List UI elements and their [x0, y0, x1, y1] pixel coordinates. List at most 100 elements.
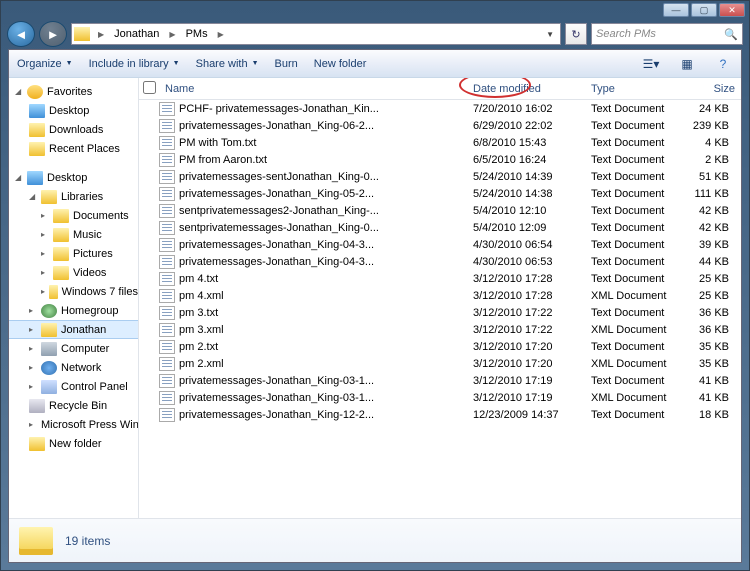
breadcrumb-dropdown[interactable]: ▼ — [542, 30, 558, 39]
file-size: 41 KB — [681, 375, 741, 387]
chevron-down-icon: ▼ — [66, 60, 73, 67]
minimize-button[interactable]: — — [663, 3, 689, 17]
search-input[interactable]: Search PMs 🔍 — [591, 23, 743, 45]
file-row[interactable]: pm 2.xml3/12/2010 17:20XML Document35 KB — [139, 355, 741, 372]
new-folder-button[interactable]: New folder — [314, 58, 367, 70]
file-date: 3/12/2010 17:20 — [467, 341, 585, 353]
pictures-icon — [53, 247, 69, 261]
star-icon — [27, 85, 43, 99]
file-type: Text Document — [585, 375, 681, 387]
refresh-button[interactable]: ↻ — [565, 23, 587, 45]
sidebar-desktop[interactable]: Desktop — [9, 101, 138, 120]
file-icon — [159, 221, 175, 235]
help-button[interactable]: ? — [713, 54, 733, 74]
sidebar-videos[interactable]: ▸Videos — [9, 263, 138, 282]
file-type: Text Document — [585, 256, 681, 268]
breadcrumb-seg2[interactable]: PMs — [182, 28, 212, 40]
sidebar-computer[interactable]: ▸Computer — [9, 339, 138, 358]
search-placeholder: Search PMs — [596, 28, 656, 40]
file-date: 4/30/2010 06:53 — [467, 256, 585, 268]
file-row[interactable]: pm 3.txt3/12/2010 17:22Text Document36 K… — [139, 304, 741, 321]
col-size[interactable]: Size — [681, 83, 741, 95]
file-icon — [159, 136, 175, 150]
file-row[interactable]: pm 4.xml3/12/2010 17:28XML Document25 KB — [139, 287, 741, 304]
sidebar-newfolder[interactable]: New folder — [9, 434, 138, 453]
select-all-checkbox[interactable] — [143, 81, 156, 94]
file-size: 24 KB — [681, 103, 741, 115]
chevron-right-icon[interactable]: ▶ — [165, 30, 179, 39]
file-name: privatemessages-Jonathan_King-04-3... — [179, 239, 467, 251]
file-date: 4/30/2010 06:54 — [467, 239, 585, 251]
burn-button[interactable]: Burn — [275, 58, 298, 70]
sidebar-homegroup[interactable]: ▸Homegroup — [9, 301, 138, 320]
sidebar-recyclebin[interactable]: Recycle Bin — [9, 396, 138, 415]
file-size: 239 KB — [681, 120, 741, 132]
search-icon[interactable]: 🔍 — [724, 28, 738, 41]
organize-menu[interactable]: Organize▼ — [17, 58, 73, 70]
file-icon — [159, 153, 175, 167]
sidebar-music[interactable]: ▸Music — [9, 225, 138, 244]
file-row[interactable]: PCHF- privatemessages-Jonathan_Kin...7/2… — [139, 100, 741, 117]
file-row[interactable]: privatemessages-Jonathan_King-04-3...4/3… — [139, 236, 741, 253]
file-row[interactable]: privatemessages-Jonathan_King-12-2...12/… — [139, 406, 741, 423]
col-date[interactable]: Date modified — [467, 83, 585, 95]
file-row[interactable]: PM from Aaron.txt6/5/2010 16:24Text Docu… — [139, 151, 741, 168]
file-row[interactable]: sentprivatemessages-Jonathan_King-0...5/… — [139, 219, 741, 236]
back-button[interactable]: ◄ — [7, 21, 35, 47]
file-date: 3/12/2010 17:20 — [467, 358, 585, 370]
close-button[interactable]: ✕ — [719, 3, 745, 17]
col-type[interactable]: Type — [585, 83, 681, 95]
include-library-menu[interactable]: Include in library▼ — [89, 58, 180, 70]
sidebar-downloads[interactable]: Downloads — [9, 120, 138, 139]
sidebar-win7files[interactable]: ▸Windows 7 files — [9, 282, 138, 301]
forward-button[interactable]: ► — [39, 21, 67, 47]
controlpanel-icon — [41, 380, 57, 394]
sidebar-jonathan[interactable]: ▸Jonathan — [9, 320, 138, 339]
file-type: Text Document — [585, 154, 681, 166]
file-type: Text Document — [585, 222, 681, 234]
downloads-icon — [29, 123, 45, 137]
breadcrumb-bar[interactable]: ▶ Jonathan ▶ PMs ▶ ▼ — [71, 23, 561, 45]
user-folder-icon — [41, 323, 57, 337]
sidebar-libraries[interactable]: ◢Libraries — [9, 187, 138, 206]
sidebar-controlpanel[interactable]: ▸Control Panel — [9, 377, 138, 396]
file-icon — [159, 102, 175, 116]
file-row[interactable]: pm 2.txt3/12/2010 17:20Text Document35 K… — [139, 338, 741, 355]
file-row[interactable]: pm 4.txt3/12/2010 17:28Text Document25 K… — [139, 270, 741, 287]
file-type: XML Document — [585, 358, 681, 370]
sidebar-favorites[interactable]: ◢Favorites — [9, 82, 138, 101]
file-date: 5/4/2010 12:10 — [467, 205, 585, 217]
file-name: privatemessages-Jonathan_King-03-1... — [179, 392, 467, 404]
sidebar-desktop-root[interactable]: ◢Desktop — [9, 168, 138, 187]
file-row[interactable]: privatemessages-Jonathan_King-06-2...6/2… — [139, 117, 741, 134]
sidebar-network[interactable]: ▸Network — [9, 358, 138, 377]
file-date: 3/12/2010 17:22 — [467, 324, 585, 336]
file-row[interactable]: privatemessages-Jonathan_King-05-2...5/2… — [139, 185, 741, 202]
sidebar-recent[interactable]: Recent Places — [9, 139, 138, 158]
chevron-right-icon[interactable]: ▶ — [94, 30, 108, 39]
file-name: PCHF- privatemessages-Jonathan_Kin... — [179, 103, 467, 115]
file-date: 12/23/2009 14:37 — [467, 409, 585, 421]
share-with-menu[interactable]: Share with▼ — [196, 58, 259, 70]
col-name[interactable]: Name — [159, 83, 467, 95]
file-row[interactable]: privatemessages-sentJonathan_King-0...5/… — [139, 168, 741, 185]
file-size: 111 KB — [681, 188, 741, 200]
file-row[interactable]: PM with Tom.txt6/8/2010 15:43Text Docume… — [139, 134, 741, 151]
file-type: Text Document — [585, 171, 681, 183]
file-row[interactable]: privatemessages-Jonathan_King-04-3...4/3… — [139, 253, 741, 270]
navigation-pane: ◢Favorites Desktop Downloads Recent Plac… — [9, 78, 139, 518]
sidebar-documents[interactable]: ▸Documents — [9, 206, 138, 225]
maximize-button[interactable]: ▢ — [691, 3, 717, 17]
file-row[interactable]: privatemessages-Jonathan_King-03-1...3/1… — [139, 372, 741, 389]
file-row[interactable]: sentprivatemessages2-Jonathan_King-...5/… — [139, 202, 741, 219]
sidebar-mspress[interactable]: ▸Microsoft Press Win — [9, 415, 138, 434]
file-row[interactable]: privatemessages-Jonathan_King-03-1...3/1… — [139, 389, 741, 406]
sidebar-pictures[interactable]: ▸Pictures — [9, 244, 138, 263]
chevron-right-icon[interactable]: ▶ — [214, 30, 228, 39]
breadcrumb-seg1[interactable]: Jonathan — [110, 28, 163, 40]
file-type: Text Document — [585, 239, 681, 251]
file-row[interactable]: pm 3.xml3/12/2010 17:22XML Document36 KB — [139, 321, 741, 338]
view-options-button[interactable]: ☰▾ — [641, 54, 661, 74]
preview-pane-button[interactable]: ▦ — [677, 54, 697, 74]
file-name: privatemessages-Jonathan_King-05-2... — [179, 188, 467, 200]
